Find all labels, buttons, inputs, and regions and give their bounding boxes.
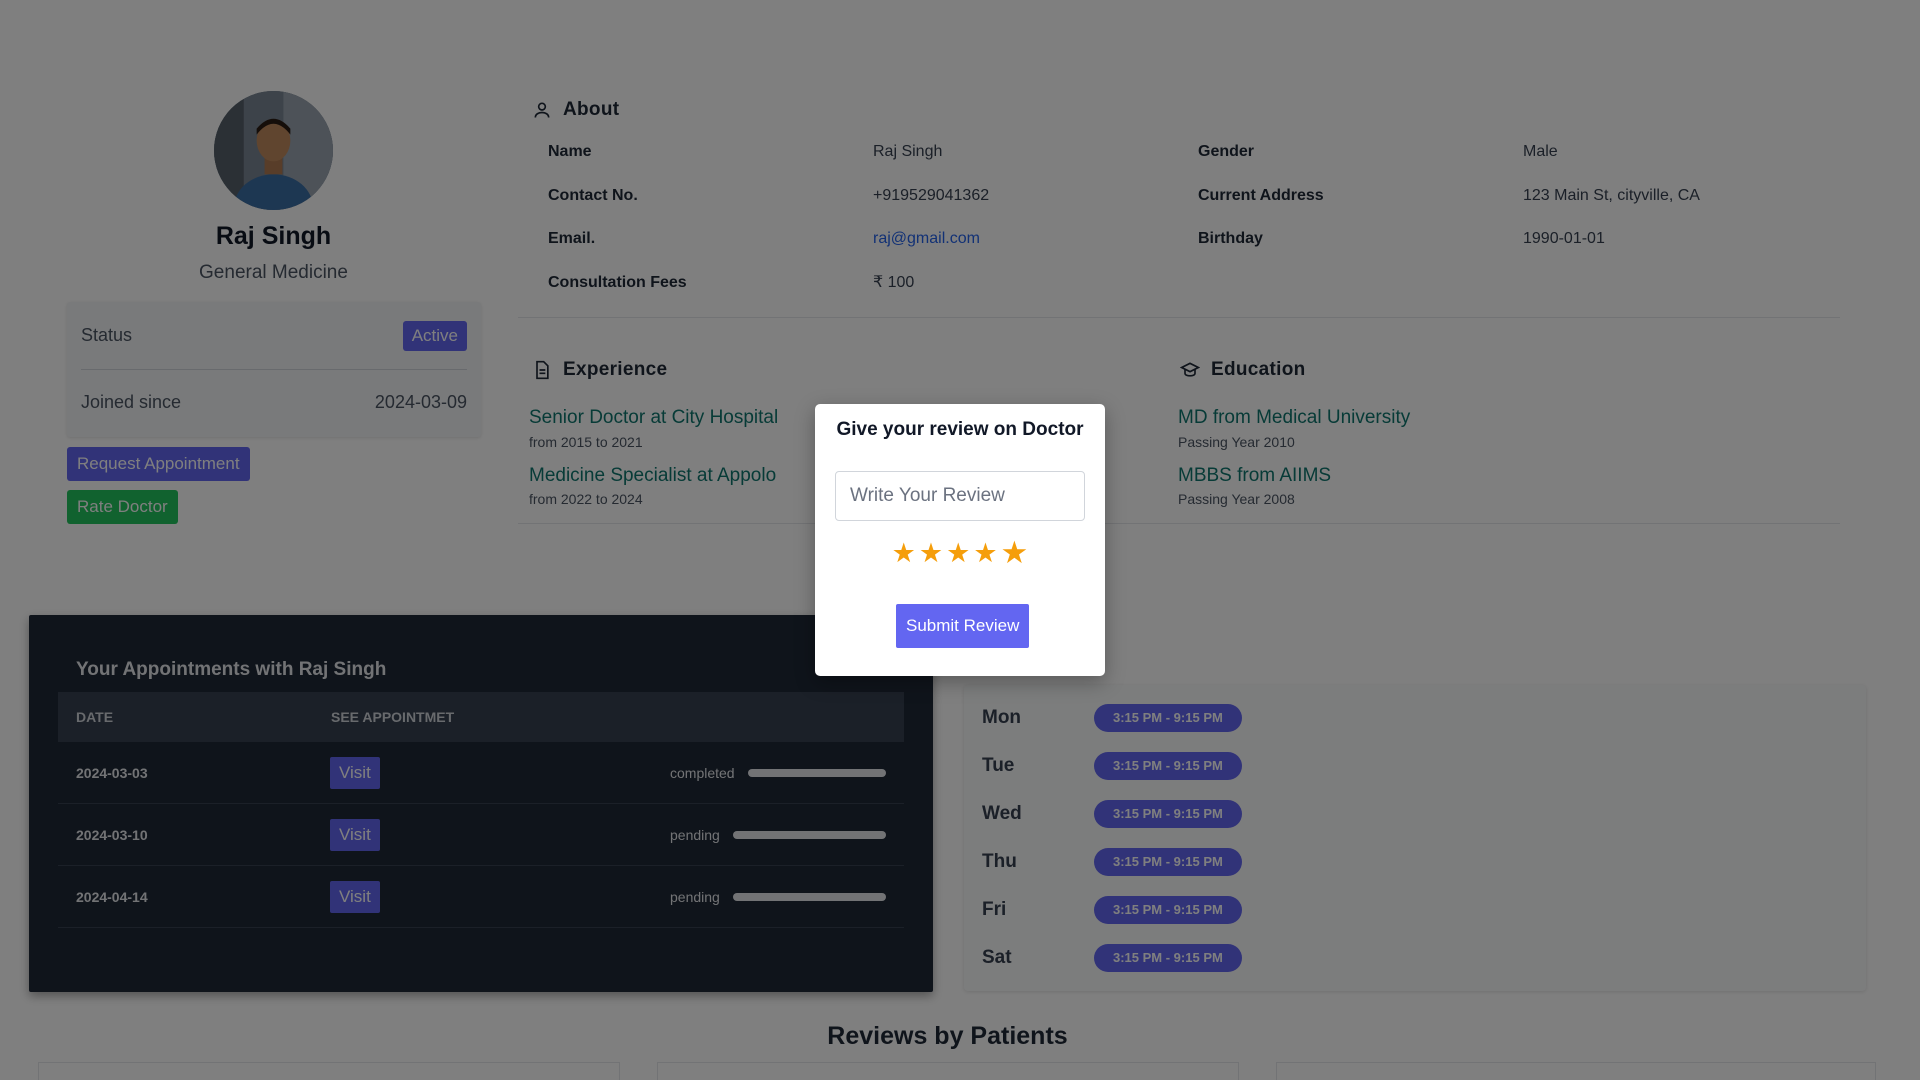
star-icon[interactable]: ★ xyxy=(892,538,916,568)
review-modal: Give your review on Doctor ★ ★ ★ ★ ★ Sub… xyxy=(815,404,1105,676)
review-input[interactable] xyxy=(835,471,1085,521)
star-icon[interactable]: ★ xyxy=(919,538,943,568)
star-icon[interactable]: ★ xyxy=(1001,537,1029,568)
star-rating: ★ ★ ★ ★ ★ xyxy=(815,537,1105,568)
star-icon[interactable]: ★ xyxy=(973,538,997,568)
modal-title: Give your review on Doctor xyxy=(836,419,1084,440)
star-icon[interactable]: ★ xyxy=(946,538,970,568)
submit-review-button[interactable]: Submit Review xyxy=(896,604,1030,648)
